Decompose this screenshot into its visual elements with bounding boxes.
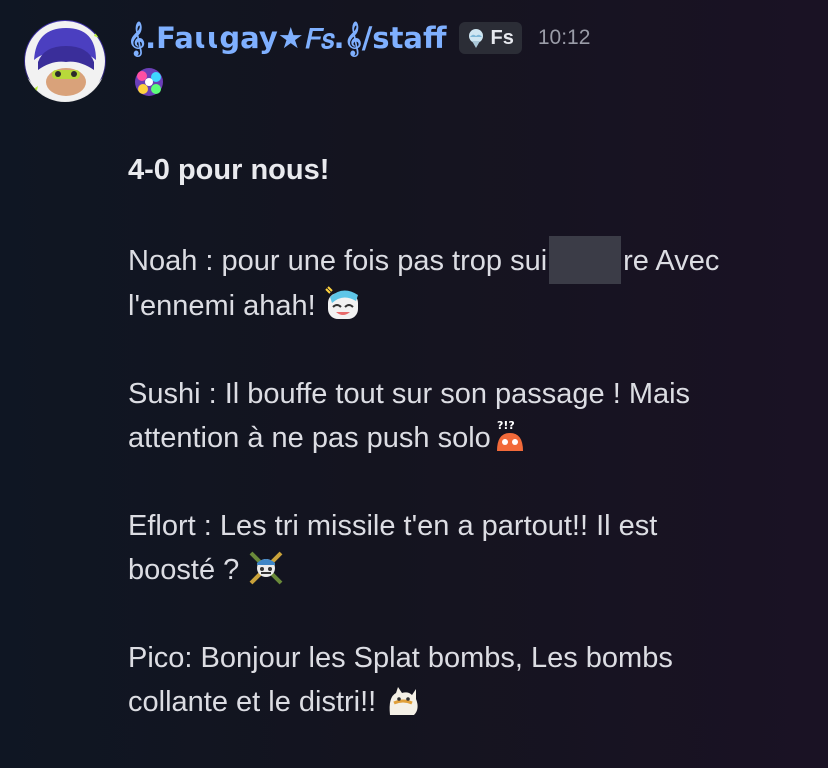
paragraph-text: attention à ne pas push solo bbox=[128, 422, 491, 454]
cat-emoji[interactable] bbox=[384, 681, 422, 719]
message-paragraph-pico: Pico: Bonjour les Splat bombs, Les bombs… bbox=[128, 636, 808, 724]
paragraph-text: Eflort : Les tri missile t'en a partout!… bbox=[128, 510, 658, 542]
message-headline: 4-0 pour nous! bbox=[128, 154, 330, 186]
user-avatar[interactable] bbox=[24, 20, 106, 102]
paragraph-text: collante et le distri!! bbox=[128, 686, 385, 718]
server-tag[interactable]: Fs bbox=[458, 22, 522, 54]
paragraph-text: Noah : pour une fois pas trop sui bbox=[128, 245, 548, 277]
crossed-weapons-emoji[interactable] bbox=[247, 549, 285, 587]
author-name[interactable]: 𝄞.Faɩɩgay★𝘍𝘴.𝄞/staff bbox=[128, 21, 447, 56]
sparkle-sticker bbox=[135, 68, 163, 96]
message-paragraph-eflort: Eflort : Les tri missile t'en a partout!… bbox=[128, 504, 808, 592]
ice-cream-icon bbox=[468, 29, 483, 48]
server-tag-label: Fs bbox=[490, 26, 514, 49]
message-paragraph-sushi: Sushi : Il bouffe tout sur son passage !… bbox=[128, 372, 808, 460]
chat-message: 𝄞.Faɩɩgay★𝘍𝘴.𝄞/staff Fs 10:12 4-0 pour n… bbox=[0, 0, 828, 725]
message-timestamp: 10:12 bbox=[537, 26, 591, 49]
message-paragraph-noah: Noah : pour une fois pas trop sui re Avec… bbox=[128, 236, 808, 328]
redacted-block bbox=[549, 236, 622, 284]
svg-text:?!?: ?!? bbox=[497, 419, 515, 432]
paragraph-text: re Avec bbox=[623, 245, 720, 277]
message-content: 4-0 pour nous! Noah : pour une fois pas … bbox=[128, 148, 808, 768]
laughing-squid-emoji[interactable] bbox=[324, 285, 362, 323]
message-header: 𝄞.Faɩɩgay★𝘍𝘴.𝄞/staff Fs 10:12 bbox=[128, 18, 590, 58]
paragraph-text: boosté ? bbox=[128, 554, 248, 586]
paragraph-text: Pico: Bonjour les Splat bombs, Les bombs bbox=[128, 642, 673, 674]
confused-octopus-emoji[interactable]: ?!? bbox=[491, 417, 529, 455]
paragraph-text: Sushi : Il bouffe tout sur son passage !… bbox=[128, 378, 691, 410]
paragraph-text: l'ennemi ahah! bbox=[128, 290, 316, 322]
